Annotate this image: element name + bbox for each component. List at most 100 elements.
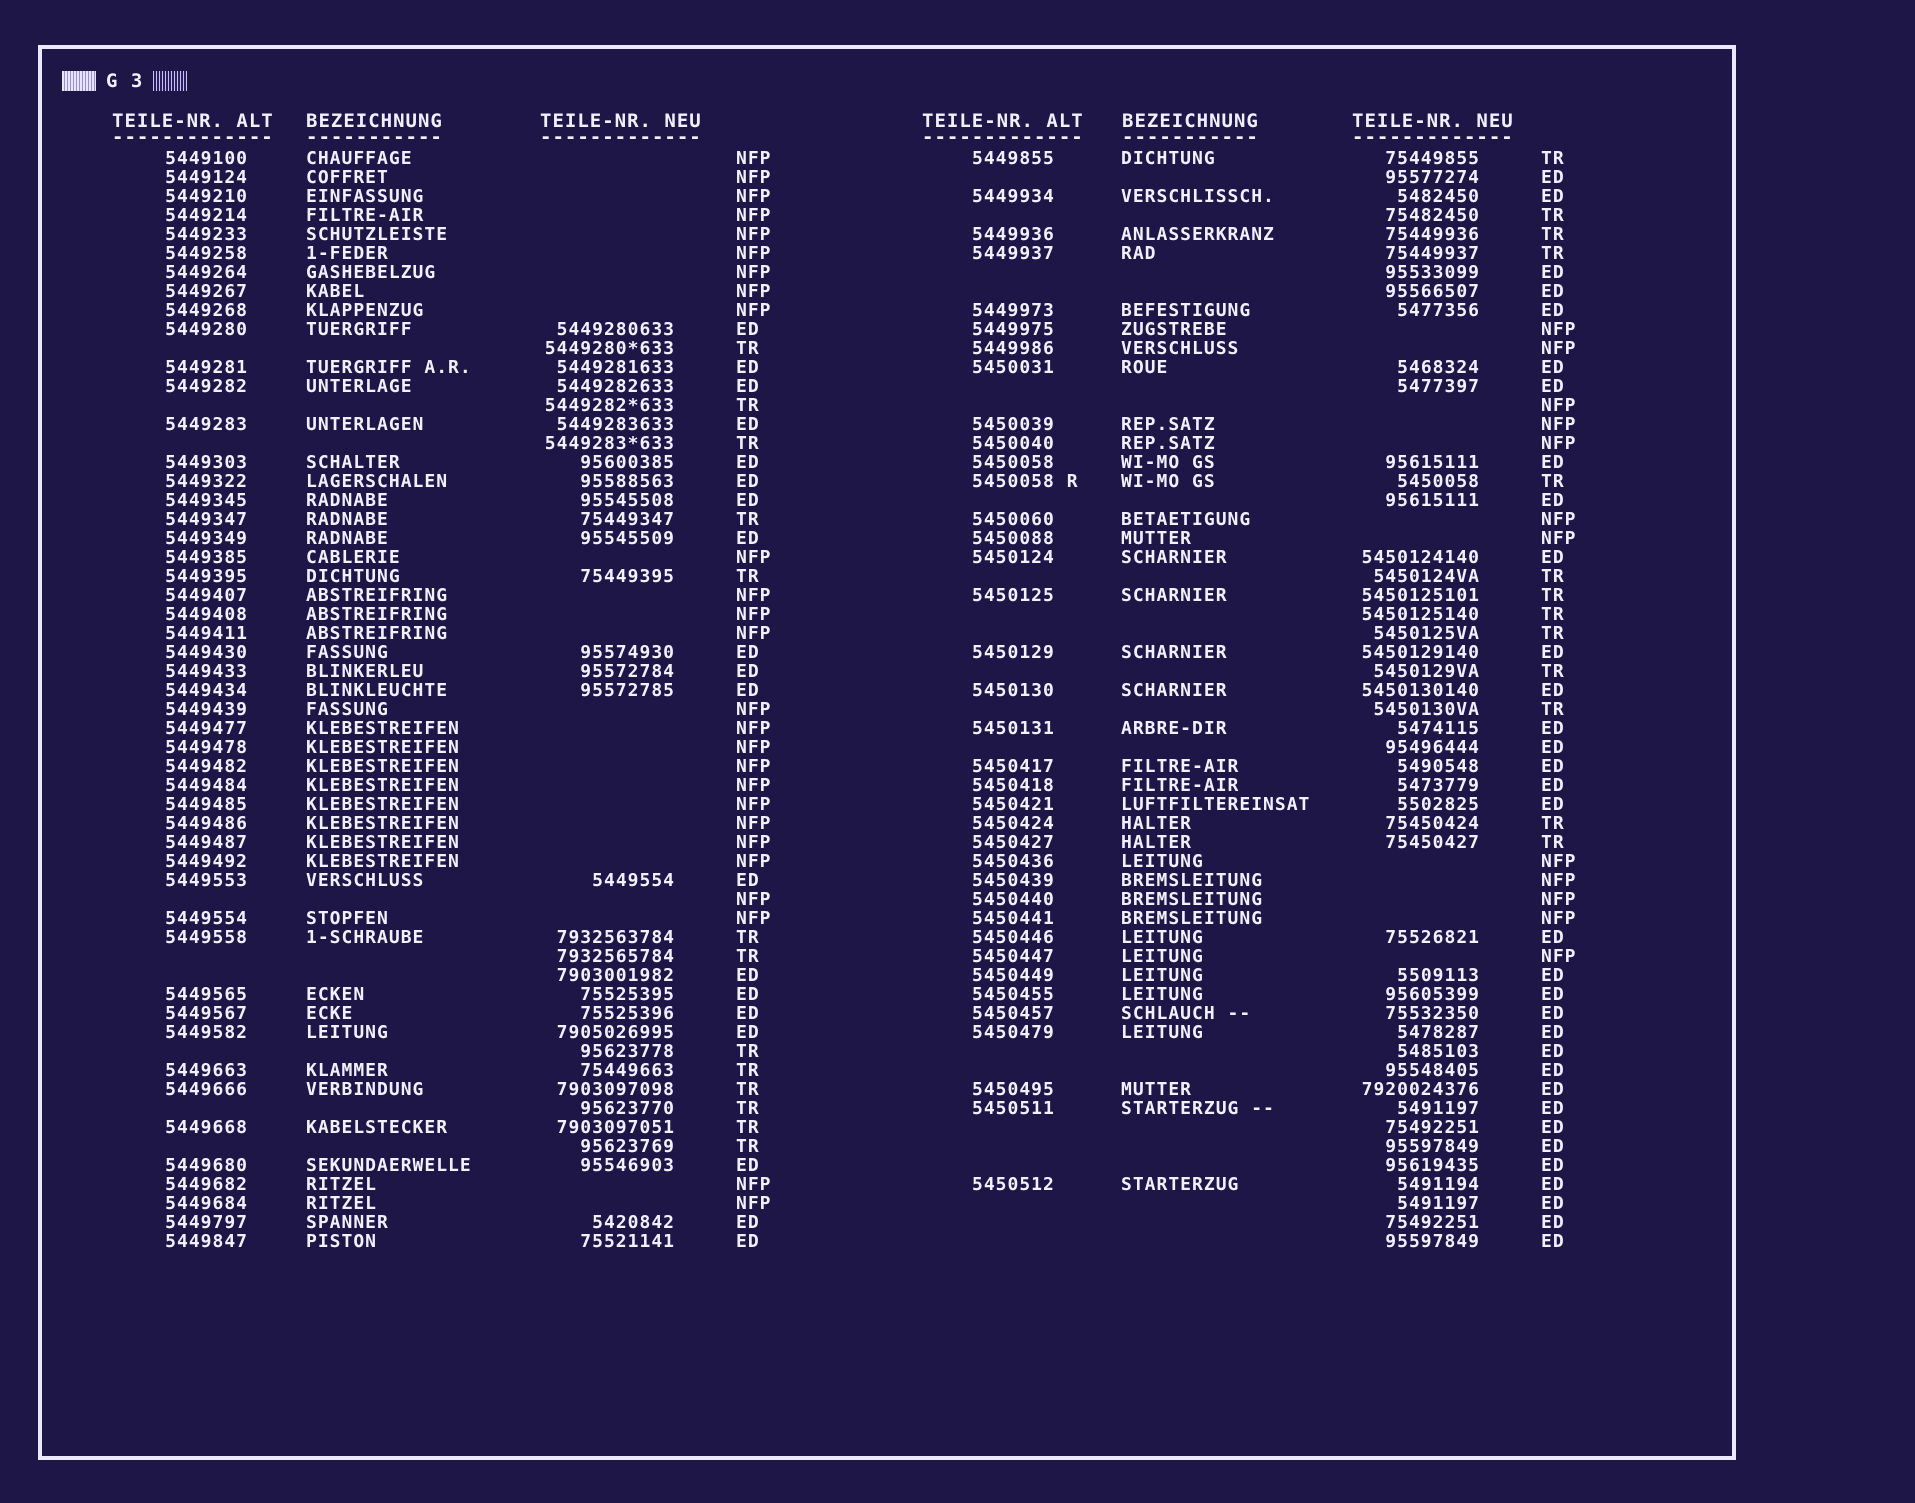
part-number-new: 95615111 bbox=[1385, 490, 1480, 511]
table-row: 5450129VA TR bbox=[0, 662, 1700, 681]
part-number-new: 95566507 bbox=[1385, 281, 1480, 302]
part-number-new: 5509113 bbox=[1397, 965, 1480, 986]
header-old-right: TEILE-NR. ALT ------------- bbox=[922, 110, 1084, 142]
status-code: TR bbox=[1541, 585, 1565, 606]
status-code: ED bbox=[1541, 186, 1565, 207]
part-number-old: 5449936 bbox=[972, 224, 1055, 245]
table-row: 5450131 ARBRE-DIR 5474115 ED bbox=[0, 719, 1700, 738]
part-number-new: 5468324 bbox=[1397, 357, 1480, 378]
description: VERSCHLUSS bbox=[1121, 338, 1240, 359]
table-row: 75492251 ED bbox=[0, 1213, 1700, 1232]
part-number-old: 5450455 bbox=[972, 984, 1055, 1005]
status-code: ED bbox=[1541, 927, 1565, 948]
status-code: ED bbox=[1541, 1117, 1565, 1138]
status-code: TR bbox=[1541, 148, 1565, 169]
table-row: 95577274 ED bbox=[0, 168, 1700, 187]
part-number-new: 75492251 bbox=[1385, 1212, 1480, 1233]
table-row: 5450455 LEITUNG 95605399 ED bbox=[0, 985, 1700, 1004]
part-number-new: 75449855 bbox=[1385, 148, 1480, 169]
table-row: 95496444 ED bbox=[0, 738, 1700, 757]
status-code: ED bbox=[1541, 490, 1565, 511]
table-row: 5450058 WI-MO GS 95615111 ED bbox=[0, 453, 1700, 472]
part-number-new: 5491197 bbox=[1397, 1193, 1480, 1214]
part-number-new: 95577274 bbox=[1385, 167, 1480, 188]
table-row: 95566507 ED bbox=[0, 282, 1700, 301]
part-number-old: 5449937 bbox=[972, 243, 1055, 264]
table-row: 5449986 VERSCHLUSS NFP bbox=[0, 339, 1700, 358]
status-code: ED bbox=[1541, 300, 1565, 321]
status-code: TR bbox=[1541, 623, 1565, 644]
description: LEITUNG bbox=[1121, 851, 1204, 872]
part-number-new: 5450129VA bbox=[1373, 661, 1480, 682]
part-number-new: 5450125VA bbox=[1373, 623, 1480, 644]
status-code: TR bbox=[1541, 224, 1565, 245]
status-code: ED bbox=[1541, 775, 1565, 796]
part-number-new: 5491194 bbox=[1397, 1174, 1480, 1195]
table-row: 5450058 R WI-MO GS 5450058 TR bbox=[0, 472, 1700, 491]
status-code: ED bbox=[1541, 1174, 1565, 1195]
part-number-old: 5450495 bbox=[972, 1079, 1055, 1100]
status-code: TR bbox=[1541, 243, 1565, 264]
status-code: NFP bbox=[1541, 908, 1577, 929]
status-code: ED bbox=[1541, 167, 1565, 188]
status-code: ED bbox=[1541, 1212, 1565, 1233]
status-code: TR bbox=[1541, 604, 1565, 625]
status-code: ED bbox=[1541, 1155, 1565, 1176]
description: HALTER bbox=[1121, 832, 1193, 853]
page-header: G 3 bbox=[62, 68, 188, 94]
table-row: 5450130VA TR bbox=[0, 700, 1700, 719]
status-code: ED bbox=[1541, 547, 1565, 568]
table-row: 5449936 ANLASSERKRANZ 75449936 TR bbox=[0, 225, 1700, 244]
part-number-old: 5450130 bbox=[972, 680, 1055, 701]
table-row: 5450495 MUTTER 7920024376 ED bbox=[0, 1080, 1700, 1099]
part-number-new: 95605399 bbox=[1385, 984, 1480, 1005]
description: ARBRE-DIR bbox=[1121, 718, 1228, 739]
table-row: 5450418 FILTRE-AIR 5473779 ED bbox=[0, 776, 1700, 795]
table-row: 5450124 SCHARNIER 5450124140 ED bbox=[0, 548, 1700, 567]
status-code: TR bbox=[1541, 813, 1565, 834]
table-row: 5450124VA TR bbox=[0, 567, 1700, 586]
status-code: ED bbox=[1541, 965, 1565, 986]
header-rule: ------------- bbox=[112, 132, 274, 142]
description: LEITUNG bbox=[1121, 927, 1204, 948]
table-row: 5450424 HALTER 75450424 TR bbox=[0, 814, 1700, 833]
header-new-label: TEILE-NR. NEU bbox=[1352, 110, 1514, 132]
table-row: 5449934 VERSCHLISSCH. 5482450 ED bbox=[0, 187, 1700, 206]
description: FILTRE-AIR bbox=[1121, 775, 1240, 796]
redacted-block bbox=[153, 71, 188, 91]
description: DICHTUNG bbox=[1121, 148, 1216, 169]
table-row: 5450060 BETAETIGUNG NFP bbox=[0, 510, 1700, 529]
status-code: TR bbox=[1541, 205, 1565, 226]
description: STARTERZUG bbox=[1121, 1174, 1240, 1195]
part-number-new: 75482450 bbox=[1385, 205, 1480, 226]
part-number-old: 5450058 R bbox=[972, 471, 1079, 492]
part-number-new: 95597849 bbox=[1385, 1231, 1480, 1252]
description: REP.SATZ bbox=[1121, 433, 1216, 454]
part-number-old: 5450417 bbox=[972, 756, 1055, 777]
part-number-old: 5449975 bbox=[972, 319, 1055, 340]
part-number-new: 5473779 bbox=[1397, 775, 1480, 796]
description: BETAETIGUNG bbox=[1121, 509, 1252, 530]
part-number-old: 5449973 bbox=[972, 300, 1055, 321]
status-code: TR bbox=[1541, 661, 1565, 682]
description: SCHARNIER bbox=[1121, 680, 1228, 701]
header-old-label: TEILE-NR. ALT bbox=[922, 110, 1084, 132]
status-code: TR bbox=[1541, 471, 1565, 492]
part-number-new: 95597849 bbox=[1385, 1136, 1480, 1157]
header-new-left: TEILE-NR. NEU ------------- bbox=[540, 110, 702, 142]
table-row: 5450417 FILTRE-AIR 5490548 ED bbox=[0, 757, 1700, 776]
table-row: 5485103 ED bbox=[0, 1042, 1700, 1061]
status-code: ED bbox=[1541, 1041, 1565, 1062]
part-number-new: 5450129140 bbox=[1361, 642, 1480, 663]
table-row: 5449973 BEFESTIGUNG 5477356 ED bbox=[0, 301, 1700, 320]
part-number-new: 5450130VA bbox=[1373, 699, 1480, 720]
status-code: NFP bbox=[1541, 395, 1577, 416]
part-number-new: 5502825 bbox=[1397, 794, 1480, 815]
part-number-new: 75449937 bbox=[1385, 243, 1480, 264]
redacted-block bbox=[62, 71, 96, 91]
part-number-new: 5491197 bbox=[1397, 1098, 1480, 1119]
status-code: ED bbox=[1541, 452, 1565, 473]
part-number-old: 5450441 bbox=[972, 908, 1055, 929]
part-number-new: 5485103 bbox=[1397, 1041, 1480, 1062]
table-row: 5491197 ED bbox=[0, 1194, 1700, 1213]
